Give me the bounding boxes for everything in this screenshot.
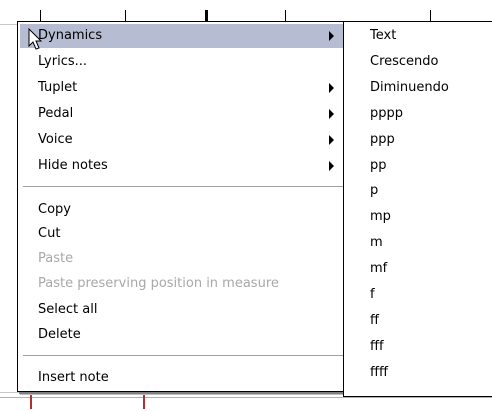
submenu-item-m[interactable]: m bbox=[370, 231, 383, 255]
staff-line bbox=[0, 397, 492, 398]
menu-item-label: Insert note bbox=[38, 370, 109, 385]
menu-item-label: Delete bbox=[38, 327, 81, 342]
menu-item-label: Voice bbox=[38, 132, 73, 147]
menu-item-label: Tuplet bbox=[38, 80, 78, 95]
menu-item-label: Hide notes bbox=[38, 158, 108, 173]
menu-item-label: Paste bbox=[38, 251, 74, 266]
submenu-item-crescendo[interactable]: Crescendo bbox=[370, 50, 439, 74]
submenu-item-diminuendo[interactable]: Diminuendo bbox=[370, 76, 449, 100]
menu-item-select-all[interactable]: Select all bbox=[20, 298, 346, 322]
submenu-item-mp[interactable]: mp bbox=[370, 205, 391, 229]
menu-item-label: Lyrics... bbox=[38, 54, 88, 69]
menu-item-label: Dynamics bbox=[38, 28, 103, 43]
menu-item-label: Copy bbox=[38, 202, 71, 217]
submenu-item-text[interactable]: Text bbox=[370, 24, 396, 48]
chevron-right-icon bbox=[329, 161, 334, 171]
chevron-right-icon bbox=[329, 109, 334, 119]
submenu-item-p[interactable]: p bbox=[370, 179, 378, 203]
submenu-item-ffff[interactable]: ffff bbox=[370, 361, 388, 385]
context-menu: Dynamics Lyrics... Tuplet Pedal Voice Hi… bbox=[17, 21, 349, 392]
menu-item-cut[interactable]: Cut bbox=[20, 222, 346, 246]
submenu-item-fff[interactable]: fff bbox=[370, 335, 384, 359]
menu-item-hide-notes[interactable]: Hide notes bbox=[20, 154, 346, 178]
submenu-item-pppp[interactable]: pppp bbox=[370, 102, 403, 126]
menu-item-delete[interactable]: Delete bbox=[20, 323, 346, 347]
menu-item-dynamics[interactable]: Dynamics bbox=[20, 24, 346, 48]
menu-item-tuplet[interactable]: Tuplet bbox=[20, 76, 346, 100]
menu-separator bbox=[23, 186, 343, 187]
menu-item-voice[interactable]: Voice bbox=[20, 128, 346, 152]
dynamics-submenu: Text Crescendo Diminuendo pppp ppp pp p … bbox=[343, 21, 492, 397]
menu-item-label: Cut bbox=[38, 226, 61, 241]
submenu-item-mf[interactable]: mf bbox=[370, 257, 387, 281]
menu-separator bbox=[23, 355, 343, 356]
chevron-right-icon bbox=[329, 135, 334, 145]
menu-item-lyrics[interactable]: Lyrics... bbox=[20, 50, 346, 74]
note-marker bbox=[143, 395, 145, 409]
note-marker bbox=[30, 395, 32, 409]
menu-item-label: Pedal bbox=[38, 106, 74, 121]
chevron-right-icon bbox=[329, 31, 334, 41]
submenu-item-ppp[interactable]: ppp bbox=[370, 128, 395, 152]
menu-item-insert-note[interactable]: Insert note bbox=[20, 366, 346, 390]
chevron-right-icon bbox=[329, 83, 334, 93]
submenu-item-ff[interactable]: ff bbox=[370, 309, 379, 333]
arrow-cursor-icon bbox=[28, 28, 43, 50]
menu-item-pedal[interactable]: Pedal bbox=[20, 102, 346, 126]
submenu-item-f[interactable]: f bbox=[370, 283, 375, 307]
menu-item-copy[interactable]: Copy bbox=[20, 198, 346, 222]
menu-item-label: Paste preserving position in measure bbox=[38, 276, 279, 291]
menu-item-paste: Paste bbox=[20, 247, 346, 271]
menu-item-paste-preserving: Paste preserving position in measure bbox=[20, 272, 346, 296]
submenu-item-pp[interactable]: pp bbox=[370, 154, 387, 178]
menu-item-label: Select all bbox=[38, 302, 98, 317]
